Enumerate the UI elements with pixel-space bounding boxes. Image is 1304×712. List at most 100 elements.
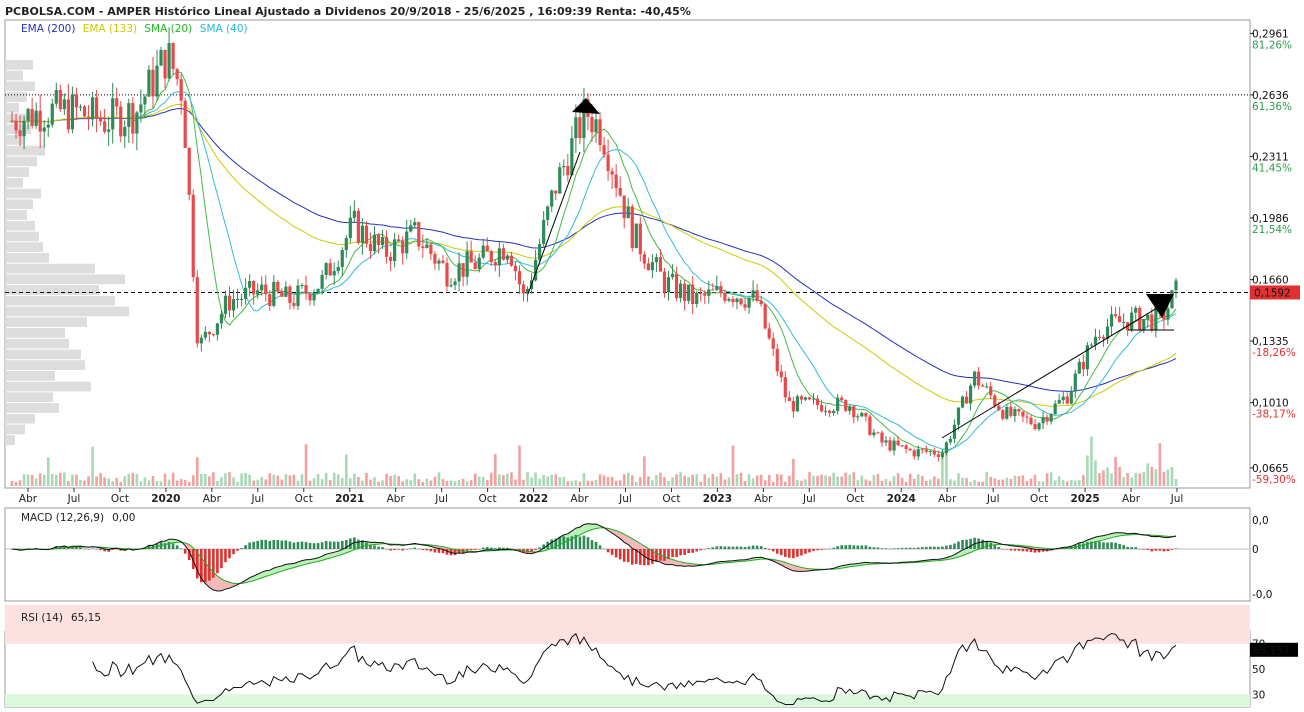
volume-bar [727,477,731,486]
macd-histogram-bar [1102,542,1105,549]
candle-body [248,281,252,288]
volume-profile-bar [5,403,59,413]
volume-bar [143,477,147,486]
volume-bar [461,478,465,486]
macd-histogram-bar [510,548,513,549]
candle-body [868,416,872,436]
volume-bar [296,480,300,486]
macd-histogram-bar [494,548,497,549]
candle-body [1005,407,1009,419]
macd-histogram-bar [175,545,179,549]
volume-bar [1122,477,1125,486]
volume-bar [586,480,590,486]
volume-bar [812,475,815,486]
volume-bar [373,477,376,486]
macd-histogram-bar [735,546,739,549]
candle-body [90,97,95,120]
candle-body [175,69,179,80]
volume-bar [409,480,413,486]
macd-histogram-bar [868,546,872,549]
macd-histogram-bar [852,545,856,549]
volume-bar [594,479,598,486]
time-tick-label-12: Abr [570,493,589,505]
candle-body [328,263,332,276]
candle-body [14,121,18,131]
candle-body [135,112,139,134]
volume-bar [1082,475,1085,486]
volume-bar [445,480,449,486]
volume-bar [127,473,131,486]
volume-profile-bar [5,188,41,199]
candle-body [755,290,759,301]
candle-body [1013,409,1017,417]
volume-bar [1146,463,1150,486]
volume-bar [920,476,924,486]
volume-bar [900,477,904,486]
candle-body [876,432,880,434]
macd-histogram-bar [836,546,839,549]
candle-body [46,124,50,128]
candle-body [30,108,34,126]
macd-histogram-bar [675,549,678,558]
macd-histogram-bar [179,548,183,549]
candle-body [1150,314,1154,331]
macd-histogram-bar [747,546,751,549]
volume-bar [937,478,940,486]
volume-bar [630,475,634,486]
volume-bar [340,477,344,486]
candle-body [481,245,485,258]
macd-histogram-bar [916,547,920,549]
macd-histogram-bar [87,549,90,550]
volume-profile-bar [5,338,69,349]
candle-body [771,338,775,349]
candle-body [674,273,679,299]
candle-body [570,138,574,176]
candle-body [521,284,526,294]
candle-body [759,300,763,305]
candle-body [344,238,348,251]
volume-bar [264,479,268,486]
macd-histogram-bar [409,548,413,549]
macd-histogram-bar [1170,549,1174,550]
candle-body [1033,424,1037,430]
candle-body [264,284,268,295]
volume-bar [860,475,864,486]
volume-profile-bar [5,263,95,274]
macd-histogram-bar [83,548,86,550]
volume-bar [50,473,54,486]
macd-histogram-bar [99,549,102,551]
volume-bar [647,476,650,486]
volume-bar [800,480,803,486]
time-tick-label-11: 2022 [519,493,548,505]
volume-bar [1086,455,1089,486]
volume-bar [651,480,654,486]
volume-profile-bar [5,253,49,263]
macd-histogram-bar [1114,542,1117,549]
candle-body [1134,307,1138,313]
macd-histogram-bar [860,545,864,549]
candle-body [215,323,220,335]
macd-histogram-bar [256,540,259,549]
macd-histogram-bar [908,547,912,549]
candle-body [626,206,630,219]
macd-histogram-bar [993,545,997,549]
candle-body [151,69,155,97]
macd-histogram-bar [393,549,396,550]
volume-bar [1166,469,1170,486]
candle-body [54,90,58,104]
candle-body [779,371,783,378]
candle-body [723,293,727,301]
volume-bar [75,474,78,486]
candle-body [598,119,602,146]
macd-histogram-bar [272,539,276,549]
macd-histogram-bar [808,549,811,553]
volume-bar [1045,473,1049,486]
macd-histogram-bar [1086,542,1089,549]
macd-histogram-bar [594,541,598,549]
candle-body [795,396,799,412]
volume-bar [171,472,175,486]
volume-bar [538,478,541,486]
volume-bar [554,474,558,486]
candle-body [260,284,264,291]
macd-histogram-bar [884,548,888,549]
